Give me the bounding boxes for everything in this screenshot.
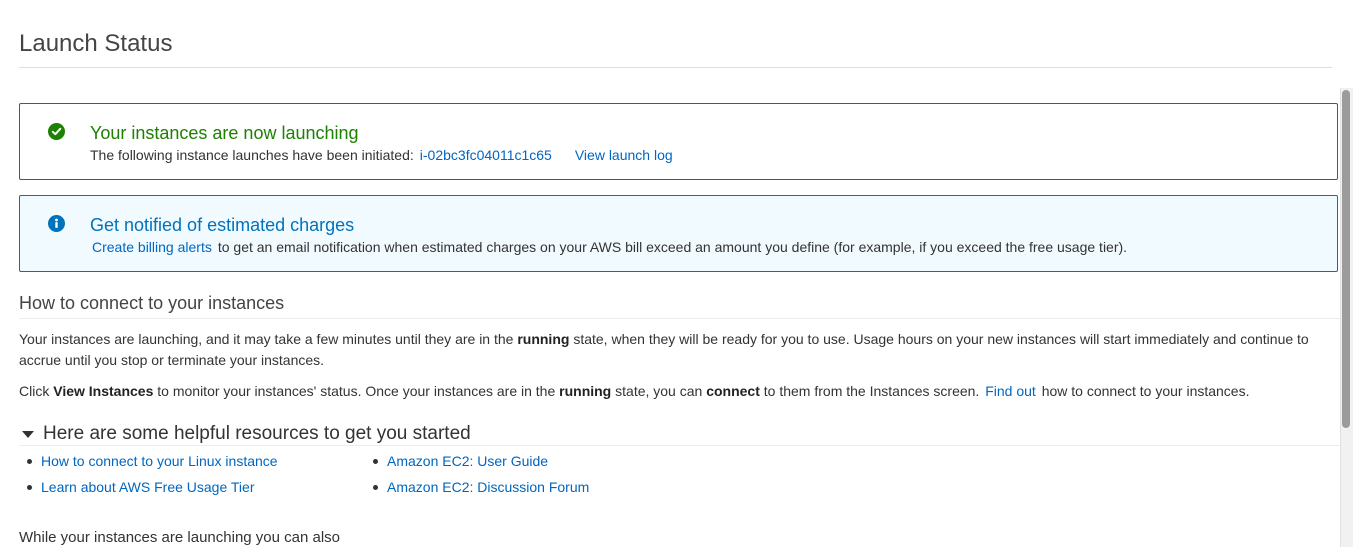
billing-info-alert: Get notified of estimated charges Create… [19,195,1338,272]
discussion-forum-link[interactable]: Amazon EC2: Discussion Forum [387,479,589,495]
connect-paragraph-1: Your instances are launching, and it may… [19,331,1309,368]
resources-divider [19,445,1340,446]
info-alert-text: to get an email notification when estima… [217,239,1128,255]
find-out-link[interactable]: Find out [985,383,1036,399]
resources-heading: Here are some helpful resources to get y… [43,423,471,444]
title-divider [19,67,1332,68]
linux-connect-link[interactable]: How to connect to your Linux instance [41,453,278,469]
list-item: Learn about AWS Free Usage Tier [27,478,278,504]
list-item: Amazon EC2: User Guide [373,452,589,478]
info-alert-body: Create billing alerts to get an email not… [92,238,1127,256]
list-item: Amazon EC2: Discussion Forum [373,478,589,504]
view-launch-log-link[interactable]: View launch log [575,147,673,163]
resources-toggle[interactable]: Here are some helpful resources to get y… [22,423,471,445]
create-billing-alerts-link[interactable]: Create billing alerts [92,239,212,255]
instance-id-link[interactable]: i-02bc3fc04011c1c65 [420,147,552,163]
info-circle-icon [48,215,65,232]
launch-success-alert: Your instances are now launching The fol… [19,103,1338,180]
scrollbar-thumb[interactable] [1342,90,1350,428]
connect-paragraph-2: Click View Instances to monitor your ins… [19,383,1250,399]
list-item: How to connect to your Linux instance [27,452,278,478]
page-title: Launch Status [19,30,173,57]
success-alert-text: The following instance launches have bee… [90,147,414,163]
success-alert-heading: Your instances are now launching [90,123,359,143]
connect-divider [19,318,1340,319]
check-circle-icon [48,123,65,140]
also-heading: While your instances are launching you c… [19,529,341,546]
free-usage-tier-link[interactable]: Learn about AWS Free Usage Tier [41,479,254,495]
success-alert-body: The following instance launches have bee… [90,146,673,164]
caret-down-icon [22,430,34,438]
resources-list-left: How to connect to your Linux instance Le… [27,452,278,504]
resources-list-right: Amazon EC2: User Guide Amazon EC2: Discu… [373,452,589,504]
connect-heading: How to connect to your instances [19,293,285,313]
info-alert-heading: Get notified of estimated charges [90,215,355,235]
user-guide-link[interactable]: Amazon EC2: User Guide [387,453,548,469]
